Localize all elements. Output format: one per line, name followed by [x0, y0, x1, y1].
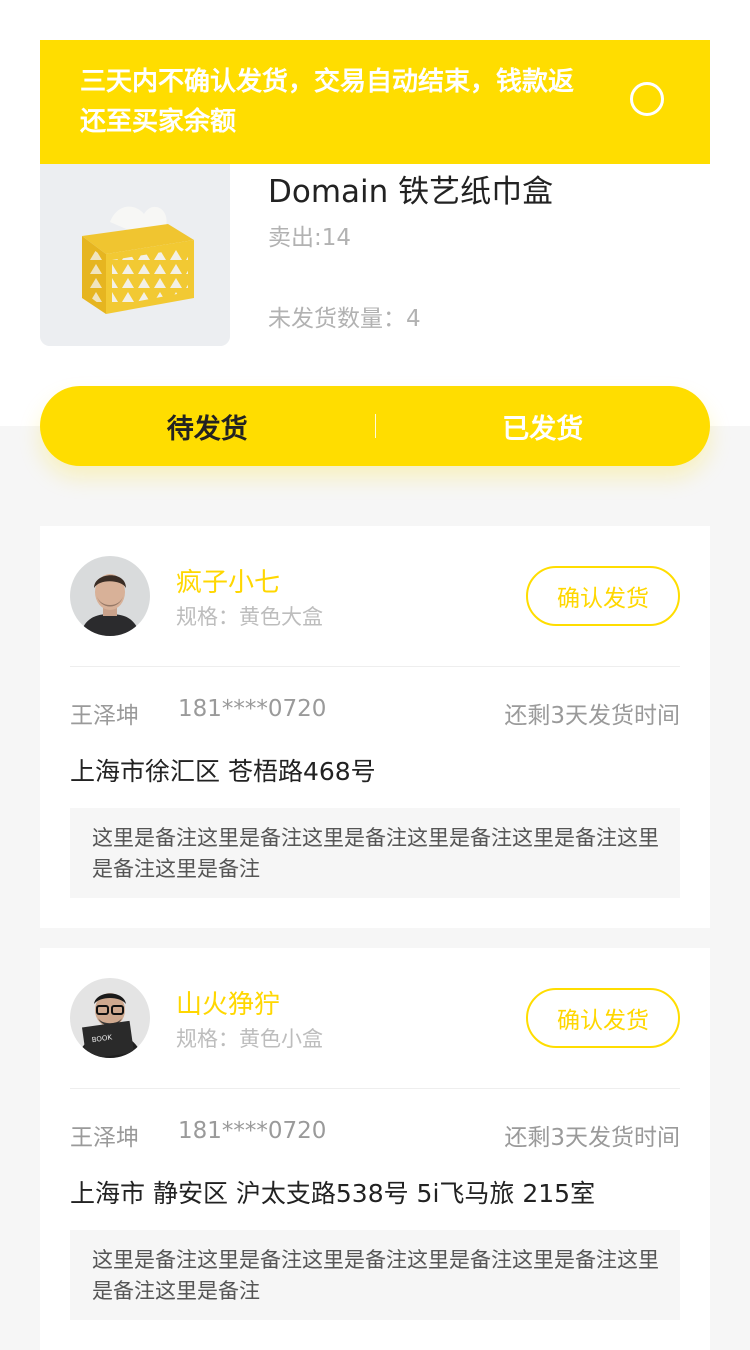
sold-count: 卖出:14 [268, 225, 352, 251]
order-remark: 这里是备注这里是备注这里是备注这里是备注这里是备注这里是备注这里是备注 [70, 808, 680, 898]
shipping-address: 上海市徐汇区 苍梧路468号 [70, 757, 376, 786]
order-card: 疯子小七 规格：黄色大盒 确认发货 王泽坤 181****0720 还剩3天发货… [40, 526, 710, 928]
tab-shipped[interactable]: 已发货 [376, 407, 711, 446]
dismiss-circle-icon[interactable] [630, 82, 664, 116]
auto-close-notice: 三天内不确认发货，交易自动结束，钱款返还至买家余额 [40, 40, 710, 164]
buyer-name: 疯子小七 [176, 568, 281, 598]
divider [70, 666, 680, 667]
product-image [40, 164, 230, 346]
remaining-time: 还剩3天发货时间 [504, 1125, 680, 1151]
divider [70, 1088, 680, 1089]
product-spec: 规格：黄色大盒 [176, 605, 323, 629]
confirm-shipment-button[interactable]: 确认发货 [526, 566, 680, 626]
shipping-tabs: 待发货 已发货 [40, 386, 710, 466]
shipping-address: 上海市 静安区 沪太支路538号 5i飞马旅 215室 [70, 1179, 596, 1208]
recipient-name: 王泽坤 [70, 703, 139, 729]
product-spec: 规格：黄色小盒 [176, 1027, 323, 1051]
recipient-name: 王泽坤 [70, 1125, 139, 1151]
recipient-phone: 181****0720 [178, 1118, 327, 1144]
recipient-phone: 181****0720 [178, 696, 327, 722]
order-remark: 这里是备注这里是备注这里是备注这里是备注这里是备注这里是备注这里是备注 [70, 1230, 680, 1320]
confirm-shipment-button[interactable]: 确认发货 [526, 988, 680, 1048]
notice-text: 三天内不确认发货，交易自动结束，钱款返还至买家余额 [80, 67, 575, 137]
order-card: BOOK 山火狰狞 规格：黄色小盒 确认发货 王泽坤 181****0720 还… [40, 948, 710, 1350]
remaining-time: 还剩3天发货时间 [504, 703, 680, 729]
tab-pending-shipment[interactable]: 待发货 [40, 407, 375, 446]
unshipped-count: 未发货数量：4 [268, 306, 421, 332]
product-title: Domain 铁艺纸巾盒 [268, 174, 554, 210]
avatar: BOOK [70, 978, 150, 1058]
buyer-name: 山火狰狞 [176, 990, 281, 1020]
avatar [70, 556, 150, 636]
